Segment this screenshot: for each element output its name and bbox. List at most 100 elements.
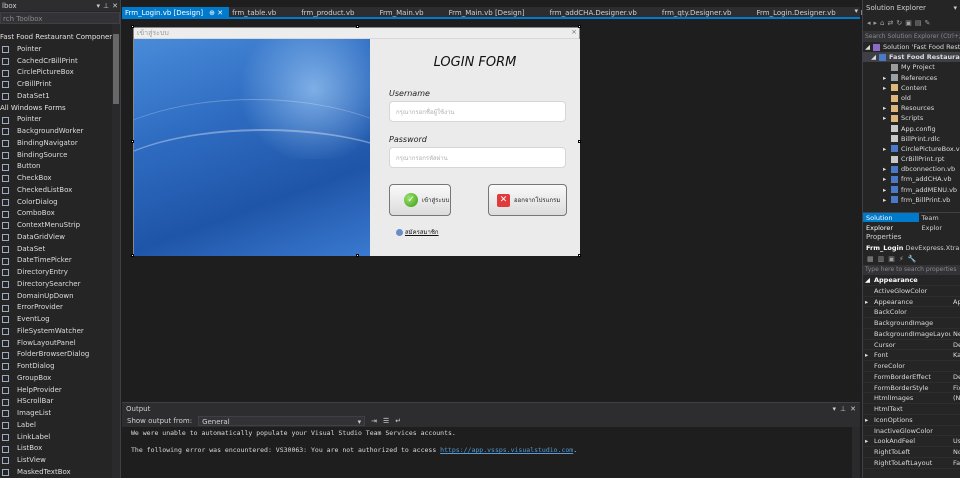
solution-tree-item[interactable]: App.config [863, 124, 960, 134]
toolbox-item[interactable]: DataSet [0, 244, 112, 256]
form-close-icon[interactable]: ⨯ [571, 27, 577, 38]
toolbox-item[interactable]: DomainUpDown [0, 291, 112, 303]
pin-icon[interactable]: ▾ [953, 0, 957, 17]
alphabetical-icon[interactable]: ▥ [878, 255, 885, 263]
document-tab[interactable]: Frm_Login.vb [Design] ⊕ ✕ [122, 7, 230, 17]
toolbox-item[interactable]: DirectoryEntry [0, 267, 112, 279]
expand-arrow-icon[interactable]: ▸ [883, 83, 891, 93]
property-row[interactable]: ActiveGlowColor [863, 286, 960, 297]
resize-handle[interactable] [131, 25, 134, 28]
property-value[interactable] [951, 275, 960, 285]
toolbox-item[interactable]: EventLog [0, 314, 112, 326]
property-row[interactable]: BackgroundImage [863, 318, 960, 329]
resize-handle[interactable] [578, 25, 581, 28]
property-value[interactable]: Ap [951, 297, 960, 307]
solution-tree-item[interactable]: ▸ References [863, 73, 960, 83]
toolbox-scrollbar[interactable] [112, 24, 120, 478]
property-value[interactable]: No [951, 447, 960, 457]
toolbox-item[interactable]: GroupBox [0, 373, 112, 385]
sync-icon[interactable]: ⇄ [887, 19, 893, 27]
document-tab[interactable]: Frm_Main.vb [Design] [446, 7, 547, 17]
property-value[interactable] [951, 286, 960, 296]
toolbox-item[interactable]: DataSet1 [0, 91, 112, 103]
toolbox-item[interactable]: FileSystemWatcher [0, 326, 112, 338]
toolbox-item[interactable]: BackgroundWorker [0, 126, 112, 138]
expand-arrow-icon[interactable]: ▸ [883, 73, 891, 83]
login-form-window[interactable]: เข้าสู่ระบบ ⨯ LOGIN FORM Username กรุณาก… [133, 27, 580, 256]
toolbox-item[interactable]: Label [0, 420, 112, 432]
toolbox-item[interactable]: HelpProvider [0, 385, 112, 397]
solution-tree-item[interactable]: BillPrint.rdlc [863, 134, 960, 144]
expand-arrow-icon[interactable]: ▸ [865, 415, 868, 425]
toolbox-item[interactable]: DataGridView [0, 232, 112, 244]
word-wrap-icon[interactable]: ↵ [395, 417, 401, 425]
toolbox-item[interactable]: HScrollBar [0, 396, 112, 408]
events-icon[interactable]: ⚡ [899, 255, 904, 263]
solution-tree-item[interactable]: ◢ Fast Food Restaurant [863, 52, 960, 63]
toolbox-item[interactable]: FlowLayoutPanel [0, 338, 112, 350]
solution-tree-item[interactable]: ▸ Scripts [863, 113, 960, 123]
properties-search-input[interactable]: Type here to search properties [863, 265, 960, 275]
resize-handle[interactable] [356, 25, 359, 28]
toolbox-item[interactable]: FolderBrowserDialog [0, 349, 112, 361]
property-value[interactable] [951, 415, 960, 425]
toolbox-item[interactable]: DirectorySearcher [0, 279, 112, 291]
solution-tree-item[interactable]: ▸ Resources [863, 103, 960, 113]
document-tab[interactable]: frm_product.vb [298, 7, 376, 17]
document-tab[interactable]: frm_table.vb [229, 7, 298, 17]
toolbox-item[interactable]: Pointer [0, 44, 112, 56]
solution-tree-item[interactable]: ▸ CirclePictureBox.vb [863, 144, 960, 154]
toolbox-item[interactable]: CheckedListBox [0, 185, 112, 197]
solution-tree-item[interactable]: My Project [863, 62, 960, 72]
tab-overflow-icon[interactable]: ▾ [854, 7, 858, 15]
property-value[interactable]: Ka [951, 350, 960, 360]
register-link[interactable]: สมัครสมาชิก [396, 227, 439, 237]
property-category[interactable]: ◢ Appearance [863, 275, 960, 286]
toolbox-category[interactable]: Fast Food Restaurant Components [0, 32, 112, 44]
resize-handle[interactable] [578, 140, 581, 143]
refresh-icon[interactable]: ↻ [896, 19, 902, 27]
property-value[interactable] [951, 307, 960, 317]
property-row[interactable]: InactiveGlowColor [863, 426, 960, 437]
expand-arrow-icon[interactable]: ▸ [883, 195, 891, 205]
properties-object-selector[interactable]: Frm_Login DevExpress.XtraEdit [863, 243, 960, 253]
output-source-select[interactable]: General ▾ [198, 415, 366, 426]
resize-handle[interactable] [131, 140, 134, 143]
expand-arrow-icon[interactable]: ▸ [883, 164, 891, 174]
solution-tree-item[interactable]: ▸ dbconnection.vb [863, 164, 960, 174]
expand-arrow-icon[interactable]: ▸ [883, 174, 891, 184]
property-value[interactable]: De [951, 340, 960, 350]
tab-team-explorer[interactable]: Team Explor [919, 213, 960, 232]
document-tab[interactable]: frm_addCHA.Designer.vb [547, 7, 659, 17]
exit-button[interactable]: ✕ ออกจากโปรแกรม [488, 184, 567, 216]
resize-handle[interactable] [131, 254, 134, 257]
expand-arrow-icon[interactable]: ▸ [883, 144, 891, 154]
toolbox-item[interactable]: ColorDialog [0, 197, 112, 209]
toolbox-item[interactable]: CrBillPrint [0, 79, 112, 91]
solution-explorer-search-input[interactable]: Search Solution Explorer (Ctrl+;) [863, 31, 960, 42]
toolbox-item[interactable]: BindingNavigator [0, 138, 112, 150]
home-icon[interactable]: ⌂ [880, 19, 884, 27]
tab-close-icon[interactable]: ⊕ ✕ [209, 9, 223, 17]
property-value[interactable] [951, 318, 960, 328]
expand-arrow-icon[interactable]: ▸ [865, 436, 868, 446]
toolbox-item[interactable]: FontDialog [0, 361, 112, 373]
expand-arrow-icon[interactable]: ◢ [865, 42, 873, 52]
toolbox-item[interactable]: BindingSource [0, 150, 112, 162]
properties-view-icon[interactable]: ▣ [888, 255, 895, 263]
property-row[interactable]: Cursor De [863, 340, 960, 351]
solution-tree-item[interactable]: ▸ frm_BillPrint.vb [863, 195, 960, 205]
solution-tree-item[interactable]: CrBillPrint.rpt [863, 154, 960, 164]
toolbox-item[interactable]: LinkLabel [0, 432, 112, 444]
clear-all-icon[interactable]: ☰ [383, 417, 389, 425]
property-value[interactable]: De [951, 372, 960, 382]
output-scrollbar[interactable] [852, 427, 860, 478]
auto-hide-icon[interactable]: ⊥ [840, 405, 846, 413]
toolbox-item[interactable]: ComboBox [0, 208, 112, 220]
property-row[interactable]: HtmlText [863, 404, 960, 415]
toolbox-item[interactable]: MaskedTextBox [0, 467, 112, 478]
document-tab[interactable]: frm_qty.Designer.vb [659, 7, 754, 17]
property-row[interactable]: ForeColor [863, 361, 960, 372]
categorized-icon[interactable]: ▦ [867, 255, 874, 263]
login-button[interactable]: ✓ เข้าสู่ระบบ [389, 184, 451, 216]
